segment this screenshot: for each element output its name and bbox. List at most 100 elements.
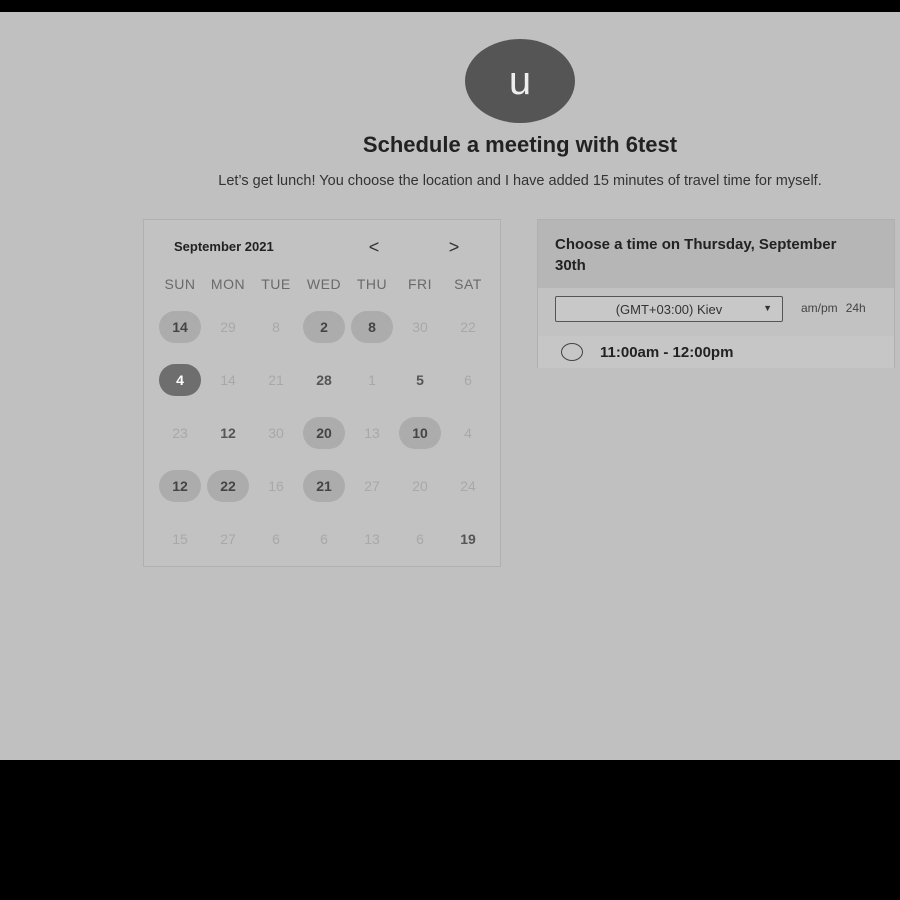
calendar-week-row: 14 29 8 2 8 30 22 xyxy=(156,300,506,353)
calendar-day-number: 4 xyxy=(464,424,472,441)
weekday-label: THU xyxy=(356,276,388,292)
calendar-day: 22 xyxy=(444,300,492,353)
radio-icon[interactable] xyxy=(561,343,583,361)
time-picker-title: Choose a time on Thursday, September 30t… xyxy=(555,236,837,274)
calendar-day-number: 4 xyxy=(159,363,201,396)
calendar-day-number: 14 xyxy=(220,371,236,388)
calendar-day-number: 22 xyxy=(207,469,249,502)
page-title: Schedule a meeting with 6test xyxy=(362,132,678,157)
calendar-day: 6 xyxy=(444,353,492,406)
calendar-day-number: 24 xyxy=(460,477,476,494)
calendar-day-number: 12 xyxy=(159,469,201,502)
previous-month-button[interactable]: < xyxy=(361,234,387,260)
calendar-day: 6 xyxy=(396,512,444,565)
calendar-day[interactable]: 2 xyxy=(300,300,348,353)
calendar-week-row: 12 22 16 21 27 20 24 xyxy=(156,459,506,512)
calendar-day: 13 xyxy=(348,512,396,565)
calendar-day-number: 6 xyxy=(272,530,280,547)
calendar-day-number: 29 xyxy=(220,318,236,335)
calendar-day[interactable]: 4 xyxy=(156,353,204,406)
calendar-day[interactable]: 10 xyxy=(396,406,444,459)
calendar-day: 14 xyxy=(204,353,252,406)
format-ampm-option[interactable]: am/pm xyxy=(801,301,838,315)
calendar-day[interactable]: 19 xyxy=(444,512,492,565)
calendar-day: 23 xyxy=(156,406,204,459)
calendar-day-number: 14 xyxy=(159,310,201,343)
calendar-day: 27 xyxy=(348,459,396,512)
calendar-day-number: 23 xyxy=(172,424,188,441)
time-picker-header: Choose a time on Thursday, September 30t… xyxy=(538,220,894,288)
calendar-day-number: 21 xyxy=(268,371,284,388)
calendar-day: 6 xyxy=(252,512,300,565)
calendar-day[interactable]: 22 xyxy=(204,459,252,512)
calendar-day[interactable]: 8 xyxy=(348,300,396,353)
calendar-day-number: 13 xyxy=(364,424,380,441)
calendar-day-number: 10 xyxy=(399,416,441,449)
caret-down-icon: ▼ xyxy=(763,303,772,313)
calendar-day: 1 xyxy=(348,353,396,406)
calendar-day: 4 xyxy=(444,406,492,459)
calendar-day: 21 xyxy=(252,353,300,406)
calendar-day-number: 8 xyxy=(351,310,393,343)
calendar-day[interactable]: 21 xyxy=(300,459,348,512)
time-format-toggle: am/pm 24h xyxy=(801,301,866,315)
calendar-day-number: 6 xyxy=(416,530,424,547)
weekday-label: SAT xyxy=(454,276,482,292)
weekday-label: TUE xyxy=(261,276,291,292)
avatar: u xyxy=(465,39,575,123)
weekday-label: SUN xyxy=(164,276,196,292)
weekday-header: SUN MON TUE WED THU FRI SAT xyxy=(156,276,506,292)
calendar-day[interactable]: 5 xyxy=(396,353,444,406)
calendar-day-number: 13 xyxy=(364,530,380,547)
calendar-day-number: 30 xyxy=(412,318,428,335)
calendar-day[interactable]: 14 xyxy=(156,300,204,353)
time-slot-label: 11:00am - 12:00pm xyxy=(600,343,734,361)
calendar-day: 16 xyxy=(252,459,300,512)
weekday-label: FRI xyxy=(407,276,433,292)
calendar-day[interactable]: 12 xyxy=(156,459,204,512)
calendar-day-number: 21 xyxy=(303,469,345,502)
next-month-button[interactable]: > xyxy=(441,234,467,260)
calendar-day: 30 xyxy=(396,300,444,353)
calendar-day: 30 xyxy=(252,406,300,459)
calendar-day-number: 27 xyxy=(220,530,236,547)
calendar-day-number: 19 xyxy=(460,530,476,547)
calendar-day-number: 16 xyxy=(268,477,284,494)
calendar-day-number: 15 xyxy=(172,530,188,547)
calendar-day-number: 2 xyxy=(303,310,345,343)
page-subtitle: Let’s get lunch! You choose the location… xyxy=(218,173,822,189)
calendar-day-number: 1 xyxy=(368,371,376,388)
calendar-day-number: 20 xyxy=(303,416,345,449)
calendar-day[interactable]: 28 xyxy=(300,353,348,406)
weekday-label: WED xyxy=(306,276,342,292)
calendar: September 2021 < > SUN MON TUE WED THU F… xyxy=(143,219,501,567)
timezone-select[interactable]: (GMT+03:00) Kiev ▼ xyxy=(555,296,783,322)
calendar-week-row: 23 12 30 20 13 10 4 xyxy=(156,406,506,459)
calendar-day-number: 28 xyxy=(316,371,332,388)
calendar-day-number: 12 xyxy=(220,424,236,441)
calendar-day[interactable]: 20 xyxy=(300,406,348,459)
calendar-day-number: 22 xyxy=(460,318,476,335)
booking-page: u Schedule a meeting with 6test Let’s ge… xyxy=(0,12,900,760)
calendar-day: 13 xyxy=(348,406,396,459)
time-picker-panel: Choose a time on Thursday, September 30t… xyxy=(537,219,895,368)
calendar-day[interactable]: 12 xyxy=(204,406,252,459)
chevron-right-icon: > xyxy=(448,236,460,257)
calendar-day: 8 xyxy=(252,300,300,353)
calendar-day-number: 6 xyxy=(320,530,328,547)
calendar-day: 20 xyxy=(396,459,444,512)
calendar-month-label: September 2021 xyxy=(174,239,274,254)
calendar-day-number: 6 xyxy=(464,371,472,388)
calendar-day-number: 27 xyxy=(364,477,380,494)
calendar-week-row: 4 14 21 28 1 5 6 xyxy=(156,353,506,406)
time-slot-option[interactable]: 11:00am - 12:00pm xyxy=(538,336,894,368)
calendar-day: 6 xyxy=(300,512,348,565)
calendar-day-number: 30 xyxy=(268,424,284,441)
calendar-day: 15 xyxy=(156,512,204,565)
calendar-day: 29 xyxy=(204,300,252,353)
calendar-day-number: 8 xyxy=(272,318,280,335)
calendar-day: 27 xyxy=(204,512,252,565)
format-24h-option[interactable]: 24h xyxy=(846,301,866,315)
avatar-letter: u xyxy=(508,59,532,103)
calendar-day: 24 xyxy=(444,459,492,512)
